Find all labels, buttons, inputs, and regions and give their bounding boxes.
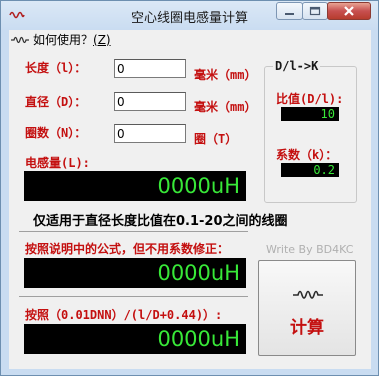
diameter-label: 直径（D）： bbox=[25, 95, 87, 109]
turns-label: 圈数（N）： bbox=[25, 126, 87, 140]
inductance-display: 0000uH bbox=[24, 171, 246, 201]
coil-help-icon bbox=[11, 36, 29, 43]
formula1-label: 按照说明中的公式，但不用系数修正： bbox=[25, 242, 230, 256]
calculate-button-label: 计算 bbox=[290, 318, 324, 338]
maximize-button[interactable] bbox=[302, 2, 328, 20]
divider-2 bbox=[19, 296, 248, 297]
formula2-display: 0000uH bbox=[24, 324, 246, 354]
diameter-unit: 毫米（mm） bbox=[194, 100, 257, 114]
calculate-button[interactable]: 计算 bbox=[258, 260, 356, 356]
formula2-label: 按照（0.01DNN）/(l/D+0.44)）: bbox=[25, 308, 223, 322]
help-menu[interactable]: 如何使用？ (Z) bbox=[11, 31, 111, 48]
turns-input[interactable] bbox=[114, 124, 186, 143]
length-input[interactable] bbox=[114, 59, 186, 78]
help-menu-label: 如何使用？ bbox=[33, 33, 94, 47]
ratio-group-title: D/l->K bbox=[273, 59, 321, 73]
ratio-groupbox bbox=[264, 66, 357, 203]
app-window: 空心线圈电感量计算 如何使用？ (Z) 长度（l）： 毫米（mm） 直径（D）： bbox=[0, 0, 379, 376]
author-credit: Write By BD4KC bbox=[266, 243, 354, 256]
length-unit: 毫米（mm） bbox=[194, 68, 257, 82]
client-area: 如何使用？ (Z) 长度（l）： 毫米（mm） 直径（D）： 毫米（mm） 圈数… bbox=[9, 30, 371, 369]
ratio-display: 10 bbox=[281, 107, 339, 121]
length-label: 长度（l）： bbox=[25, 61, 87, 75]
coil-icon bbox=[293, 290, 323, 299]
close-button[interactable] bbox=[327, 2, 371, 20]
diameter-input[interactable] bbox=[114, 92, 186, 111]
coefficient-display: 0.2 bbox=[281, 163, 339, 177]
inductance-label: 电感量(L): bbox=[25, 156, 90, 170]
title-bar[interactable]: 空心线圈电感量计算 bbox=[1, 1, 378, 29]
help-menu-shortcut: (Z) bbox=[93, 32, 111, 47]
close-icon bbox=[344, 6, 354, 16]
applicability-note: 仅适用于直径长度比值在0.1-20之间的线圈 bbox=[33, 214, 288, 229]
turns-unit: 圈（T） bbox=[194, 132, 238, 146]
coefficient-label: 系数（k）： bbox=[276, 148, 338, 162]
formula1-display: 0000uH bbox=[24, 258, 246, 288]
maximize-icon bbox=[309, 6, 321, 16]
ratio-label: 比值(D/l): bbox=[276, 92, 344, 106]
divider-1 bbox=[19, 231, 248, 232]
menu-bar: 如何使用？ (Z) bbox=[9, 30, 371, 49]
minimize-button[interactable] bbox=[276, 2, 303, 20]
minimize-icon bbox=[285, 13, 294, 15]
